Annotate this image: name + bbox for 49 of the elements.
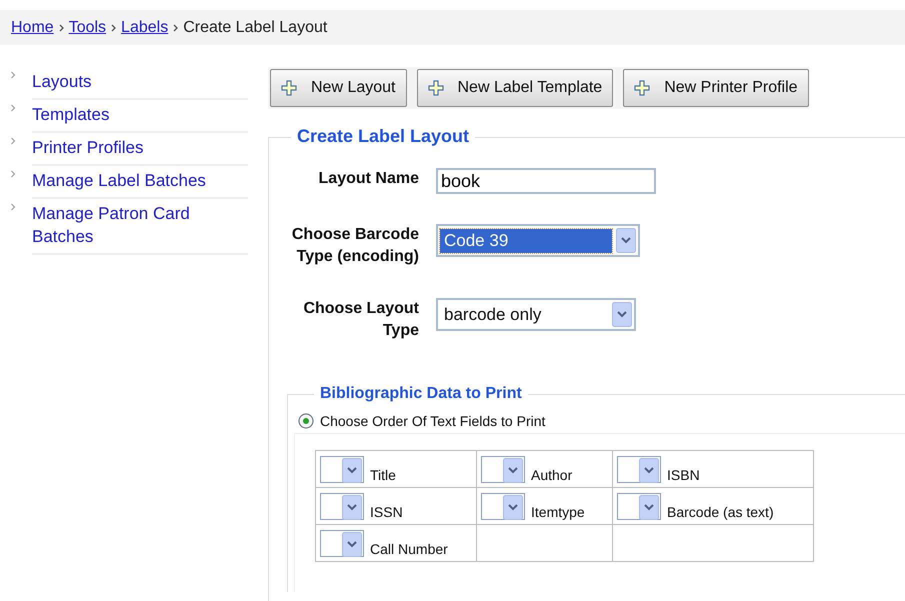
- chevron-icon: [10, 170, 16, 178]
- dropdown-value: Code 39: [440, 228, 612, 252]
- order-dropdown[interactable]: [320, 530, 364, 556]
- sidebar-link[interactable]: Printer Profiles: [32, 133, 248, 166]
- form-legend: Create Label Layout: [291, 126, 476, 147]
- breadcrumb-link[interactable]: Tools: [68, 18, 106, 36]
- chevron-icon: [58, 22, 65, 32]
- field-name: Call Number: [370, 540, 448, 556]
- field-name: Itemtype: [531, 504, 585, 520]
- field-label: Choose Barcode Type (encoding): [290, 225, 419, 267]
- breadcrumb-link[interactable]: Home: [11, 18, 54, 36]
- chevron-icon: [110, 22, 118, 32]
- field-name: ISBN: [667, 466, 700, 482]
- chevron-icon: [10, 104, 16, 112]
- sidebar-link[interactable]: Manage Label Batches: [32, 166, 248, 199]
- breadcrumb-current: Create Label Layout: [183, 18, 328, 36]
- order-dropdown[interactable]: [320, 456, 364, 482]
- chevron-icon: [10, 137, 16, 145]
- toolbar-button[interactable]: New Label Template: [416, 69, 614, 107]
- field-label: Choose Layout Type: [302, 299, 419, 341]
- field-name: ISSN: [370, 504, 403, 520]
- breadcrumb-link[interactable]: Labels: [121, 18, 168, 36]
- plus-icon: [634, 80, 650, 96]
- order-dropdown[interactable]: [617, 456, 661, 482]
- toolbar-button[interactable]: New Printer Profile: [623, 69, 809, 107]
- plus-icon: [428, 80, 444, 96]
- order-dropdown[interactable]: [320, 492, 364, 520]
- text-input[interactable]: book: [436, 168, 656, 194]
- order-dropdown[interactable]: [617, 492, 661, 520]
- dropdown[interactable]: Code 39: [436, 224, 640, 257]
- toolbar-button[interactable]: New Layout: [270, 69, 406, 107]
- section-legend: Bibliographic Data to Print: [314, 385, 528, 403]
- sidebar-link[interactable]: Templates: [32, 100, 248, 133]
- radio-label: Choose Order Of Text Fields to Print: [320, 413, 546, 429]
- plus-icon: [281, 80, 297, 96]
- field-name: Title: [370, 466, 396, 482]
- field-name: Author: [531, 466, 572, 482]
- chevron-icon: [10, 203, 16, 211]
- dropdown[interactable]: barcode only: [436, 298, 636, 331]
- sidebar-link[interactable]: Layouts: [32, 67, 248, 100]
- dropdown-value: barcode only: [443, 304, 542, 326]
- order-dropdown[interactable]: [481, 492, 525, 520]
- chevron-icon: [172, 22, 180, 32]
- chevron-icon: [10, 71, 16, 79]
- order-dropdown[interactable]: [481, 456, 525, 482]
- field-name: Barcode (as text): [667, 504, 774, 520]
- field-label: Layout Name: [318, 169, 419, 189]
- radio-button[interactable]: [298, 413, 314, 429]
- sidebar-link[interactable]: Manage Patron Card Batches: [32, 199, 248, 255]
